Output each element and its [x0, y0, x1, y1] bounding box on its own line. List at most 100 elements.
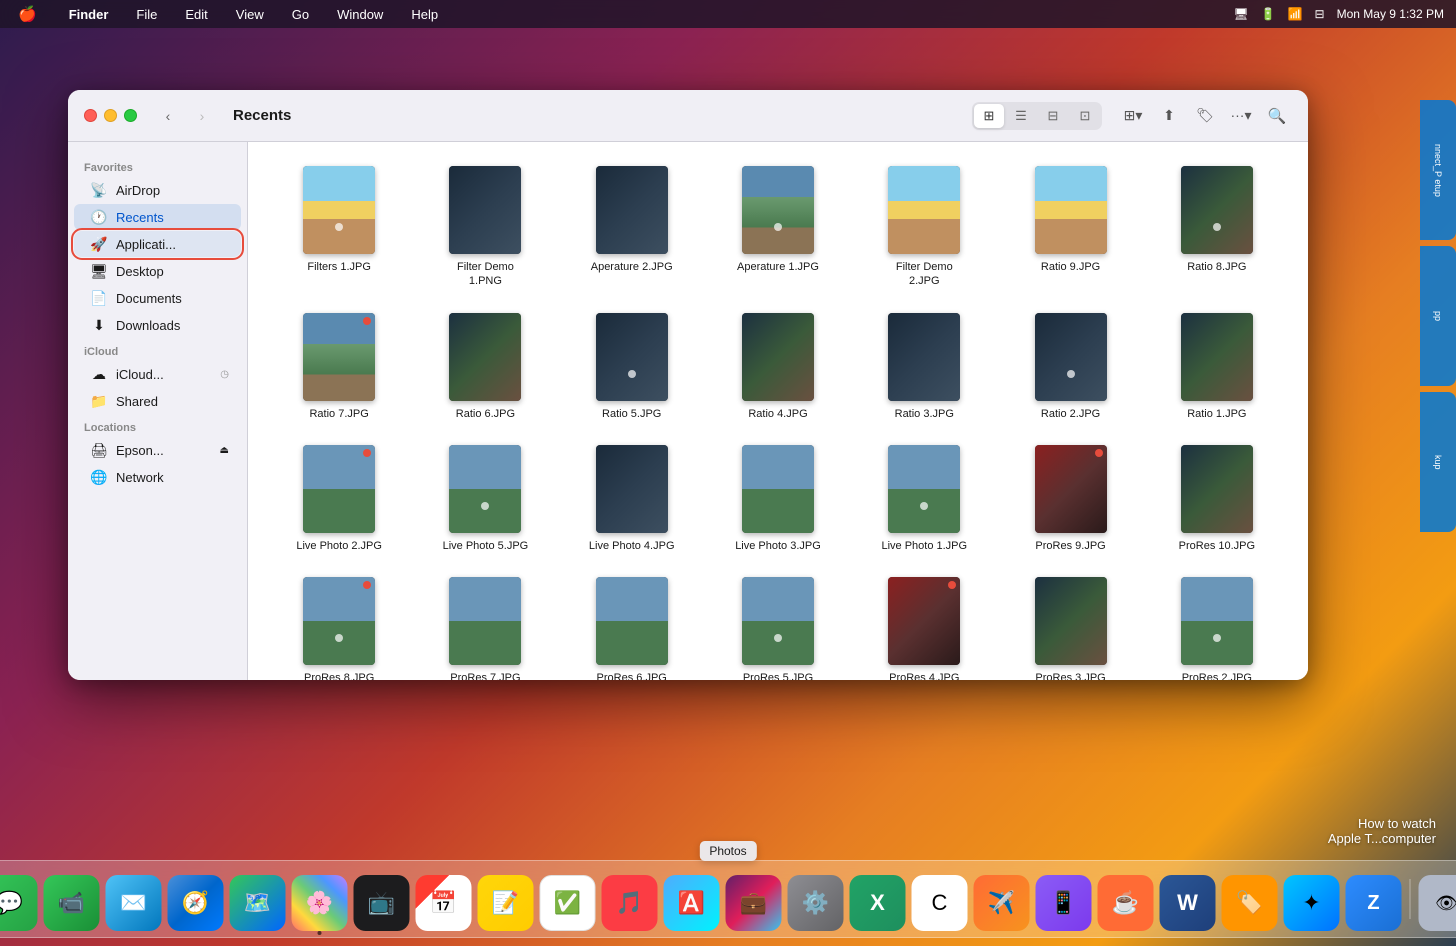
menubar-file[interactable]: File	[130, 5, 163, 24]
close-button[interactable]	[84, 109, 97, 122]
dock-reminders[interactable]: ✅	[540, 875, 596, 931]
menubar-view[interactable]: View	[230, 5, 270, 24]
menubar-go[interactable]: Go	[286, 5, 315, 24]
file-item-9[interactable]: Ratio 5.JPG	[561, 305, 703, 429]
sidebar-item-shared[interactable]: 📁 Shared	[74, 388, 241, 414]
sidebar-applications-label: Applicati...	[116, 237, 176, 252]
search-button[interactable]: 🔍	[1262, 103, 1292, 129]
file-item-15[interactable]: Live Photo 5.JPG	[414, 437, 556, 561]
file-item-12[interactable]: Ratio 2.JPG	[999, 305, 1141, 429]
group-view-button[interactable]: ⊞▾	[1118, 103, 1148, 129]
thumb-dot-9	[628, 370, 636, 378]
file-item-23[interactable]: ProRes 6.JPG	[561, 569, 703, 680]
dock-maps[interactable]: 🗺️	[230, 875, 286, 931]
file-item-26[interactable]: ProRes 3.JPG	[999, 569, 1141, 680]
file-thumb-14	[303, 445, 375, 533]
dock-preview-first[interactable]: 👁	[1419, 875, 1456, 931]
menubar-help[interactable]: Help	[405, 5, 444, 24]
menubar-controlcenter-icon[interactable]: ⊟	[1315, 7, 1325, 21]
dock-north[interactable]: ✦	[1284, 875, 1340, 931]
view-gallery-button[interactable]: ⊡	[1070, 104, 1100, 128]
sidebar-item-network[interactable]: 🌐 Network	[74, 464, 241, 490]
dock-mail[interactable]: ✉️	[106, 875, 162, 931]
file-item-6[interactable]: Ratio 8.JPG	[1146, 158, 1288, 297]
maximize-button[interactable]	[124, 109, 137, 122]
menubar-datetime: Mon May 9 1:32 PM	[1337, 7, 1444, 21]
dock-chrome[interactable]: C	[912, 875, 968, 931]
dock-calendar[interactable]: 📅	[416, 875, 472, 931]
sidebar-item-airdrop[interactable]: 📡 AirDrop	[74, 177, 241, 203]
forward-button[interactable]: ›	[187, 103, 217, 129]
file-item-13[interactable]: Ratio 1.JPG	[1146, 305, 1288, 429]
sidebar-item-applications[interactable]: 🚀 Applicati...	[74, 231, 241, 257]
file-item-10[interactable]: Ratio 4.JPG	[707, 305, 849, 429]
back-button[interactable]: ‹	[153, 103, 183, 129]
menubar-app-name[interactable]: Finder	[63, 5, 115, 24]
menubar-edit[interactable]: Edit	[179, 5, 213, 24]
dock-bezel[interactable]: 📱	[1036, 875, 1092, 931]
dock-zoom[interactable]: Z	[1346, 875, 1402, 931]
file-item-7[interactable]: Ratio 7.JPG	[268, 305, 410, 429]
file-item-8[interactable]: Ratio 6.JPG	[414, 305, 556, 429]
dock-safari[interactable]: 🧭	[168, 875, 224, 931]
dock-music[interactable]: 🎵	[602, 875, 658, 931]
apple-menu[interactable]: 🍎	[12, 3, 43, 25]
right-panel-2[interactable]: pp	[1420, 246, 1456, 386]
file-thumb-1	[449, 166, 521, 254]
file-item-24[interactable]: ProRes 5.JPG	[707, 569, 849, 680]
dock-word[interactable]: W	[1160, 875, 1216, 931]
sidebar-item-documents[interactable]: 📄 Documents	[74, 285, 241, 311]
file-item-19[interactable]: ProRes 9.JPG	[999, 437, 1141, 561]
file-item-3[interactable]: Aperature 1.JPG	[707, 158, 849, 297]
sidebar-item-icloud[interactable]: ☁ iCloud... ◷	[74, 361, 241, 387]
file-item-5[interactable]: Ratio 9.JPG	[999, 158, 1141, 297]
dock-notes[interactable]: 📝	[478, 875, 534, 931]
menubar-window[interactable]: Window	[331, 5, 389, 24]
file-item-11[interactable]: Ratio 3.JPG	[853, 305, 995, 429]
thumb-red-dot-7	[363, 317, 371, 325]
file-item-21[interactable]: ProRes 8.JPG	[268, 569, 410, 680]
file-item-1[interactable]: Filter Demo 1.PNG	[414, 158, 556, 297]
dock-facetime[interactable]: 📹	[44, 875, 100, 931]
file-item-20[interactable]: ProRes 10.JPG	[1146, 437, 1288, 561]
sidebar-item-downloads[interactable]: ⬇ Downloads	[74, 312, 241, 338]
file-item-22[interactable]: ProRes 7.JPG	[414, 569, 556, 680]
file-name-17: Live Photo 3.JPG	[735, 539, 821, 553]
dock-photos[interactable]: 🌸	[292, 875, 348, 931]
more-button[interactable]: ···▾	[1226, 103, 1256, 129]
file-item-17[interactable]: Live Photo 3.JPG	[707, 437, 849, 561]
dock-systemprefs[interactable]: ⚙️	[788, 875, 844, 931]
dock-amphetamine[interactable]: ☕	[1098, 875, 1154, 931]
file-item-2[interactable]: Aperature 2.JPG	[561, 158, 703, 297]
dock-pricetag[interactable]: 🏷️	[1222, 875, 1278, 931]
file-item-4[interactable]: Filter Demo 2.JPG	[853, 158, 995, 297]
file-item-16[interactable]: Live Photo 4.JPG	[561, 437, 703, 561]
file-name-5: Ratio 9.JPG	[1041, 260, 1100, 274]
file-name-13: Ratio 1.JPG	[1187, 407, 1246, 421]
icloud-icon: ☁	[90, 365, 108, 383]
sidebar-item-recents[interactable]: 🕐 Recents	[74, 204, 241, 230]
view-grid-button[interactable]: ⊞	[974, 104, 1004, 128]
right-panel-1[interactable]: nnect_P etup	[1420, 100, 1456, 240]
view-column-button[interactable]: ⊟	[1038, 104, 1068, 128]
file-item-14[interactable]: Live Photo 2.JPG	[268, 437, 410, 561]
file-item-0[interactable]: Filters 1.JPG	[268, 158, 410, 297]
dock-messages[interactable]: 💬	[0, 875, 38, 931]
file-thumb-26	[1035, 577, 1107, 665]
dock-slack[interactable]: 💼	[726, 875, 782, 931]
minimize-button[interactable]	[104, 109, 117, 122]
view-list-button[interactable]: ☰	[1006, 104, 1036, 128]
file-item-25[interactable]: ProRes 4.JPG	[853, 569, 995, 680]
right-panel-3[interactable]: kup	[1420, 392, 1456, 532]
sidebar-item-desktop[interactable]: 🖥 Desktop	[74, 258, 241, 284]
file-item-27[interactable]: ProRes 2.JPG	[1146, 569, 1288, 680]
dock-excel[interactable]: X	[850, 875, 906, 931]
share-button[interactable]: ⬆	[1154, 103, 1184, 129]
tags-button[interactable]: 🏷	[1190, 103, 1220, 129]
finder-window: ‹ › Recents ⊞ ☰ ⊟ ⊡ ⊞▾ ⬆ 🏷 ···▾ 🔍 Favori…	[68, 90, 1308, 680]
dock-appletv[interactable]: 📺	[354, 875, 410, 931]
dock-airmail[interactable]: ✈️	[974, 875, 1030, 931]
dock-appstore[interactable]: 🅰️	[664, 875, 720, 931]
file-item-18[interactable]: Live Photo 1.JPG	[853, 437, 995, 561]
sidebar-item-epson[interactable]: 🖨 Epson... ⏏	[74, 437, 241, 463]
